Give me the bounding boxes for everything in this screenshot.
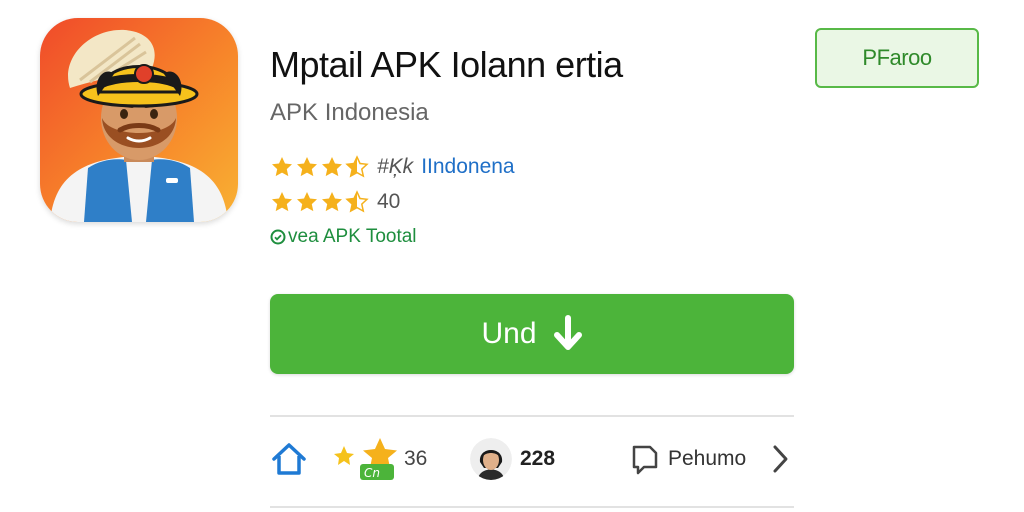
star-icon <box>272 192 292 212</box>
star-icon <box>322 157 342 177</box>
rating-row: 40 <box>270 190 400 214</box>
region-link[interactable]: IIndonena <box>421 155 514 179</box>
bookmark-icon <box>632 445 658 475</box>
download-arrow-icon <box>553 315 582 350</box>
rating-row: #Ķk IIndonena <box>270 155 515 179</box>
stars-badge-icon: Cn <box>334 438 397 480</box>
publisher-name[interactable]: APK Indonesia <box>270 99 429 127</box>
rating-score: 40 <box>377 190 401 213</box>
top-action-button[interactable]: PFaroo <box>815 28 979 88</box>
home-button[interactable] <box>270 432 308 486</box>
star-icon <box>322 192 342 212</box>
verified-text: vea APK Tootal <box>288 226 417 247</box>
reviews-label: Pehumo <box>668 447 747 470</box>
divider <box>270 415 794 417</box>
star-icon <box>272 157 292 177</box>
check-circle-icon <box>270 229 286 245</box>
app-icon <box>40 18 238 222</box>
install-button[interactable]: Und <box>270 294 794 374</box>
divider <box>270 506 794 508</box>
rating-count: #Ķk <box>377 155 414 178</box>
stars-stat[interactable]: Cn 36 <box>330 432 427 486</box>
app-title: Mptail APK Iolann ertia <box>270 44 623 85</box>
star-rating <box>270 155 369 179</box>
star-rating <box>270 190 369 214</box>
verified-badge: vea APK Tootal <box>270 226 417 248</box>
reviews-button[interactable]: Pehumo <box>630 432 746 486</box>
chevron-right-icon <box>773 445 788 473</box>
home-icon <box>272 443 306 475</box>
star-half-icon <box>345 155 369 178</box>
user-stat[interactable]: 228 <box>470 432 555 486</box>
install-button-label: Und <box>481 317 537 350</box>
star-icon <box>297 192 317 212</box>
avatar-count: 228 <box>520 447 556 470</box>
stars-count: 36 <box>404 447 428 470</box>
svg-text:Cn: Cn <box>364 466 380 480</box>
next-button[interactable] <box>768 432 792 486</box>
avatar <box>470 438 512 480</box>
star-icon <box>297 157 317 177</box>
star-half-icon <box>345 190 369 213</box>
bottom-bar: Cn 36 228 Pehumo <box>270 432 800 486</box>
